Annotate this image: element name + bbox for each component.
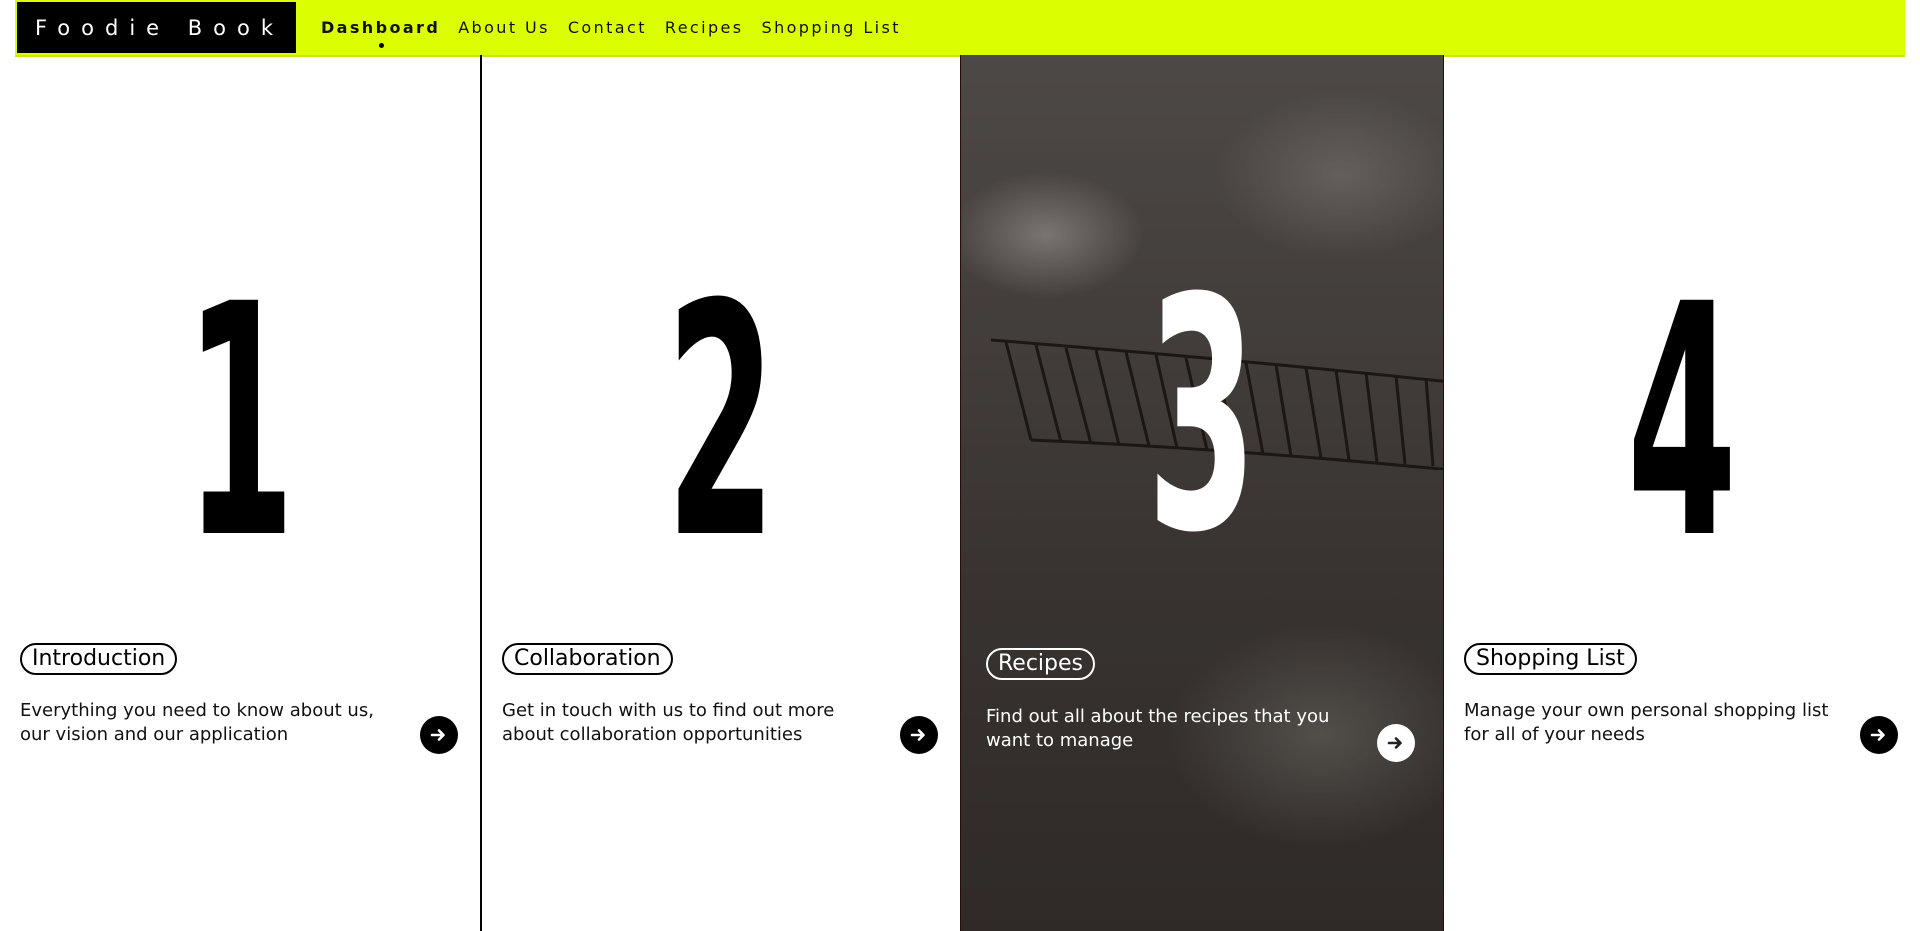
panel-title: Introduction (20, 643, 178, 675)
panel-number: 3 (1146, 231, 1258, 603)
nav-links: Dashboard About Us Contact Recipes Shopp… (321, 18, 901, 48)
dashboard-panels: 1 Introduction Everything you need to kn… (0, 55, 1920, 931)
arrow-right-icon (910, 729, 925, 741)
open-collaboration-button[interactable] (900, 716, 938, 754)
panel-number: 1 (184, 237, 296, 609)
panel-title: Collaboration (502, 643, 673, 675)
panel-number: 4 (1626, 237, 1738, 609)
nav-item-label: Dashboard (321, 18, 441, 37)
open-recipes-button[interactable] (1377, 724, 1415, 762)
panel-recipes[interactable]: 3 Recipes Find out all about the recipes… (960, 55, 1444, 931)
arrow-right-icon (1387, 737, 1402, 749)
panel-collaboration[interactable]: 2 Collaboration Get in touch with us to … (480, 55, 960, 931)
open-introduction-button[interactable] (420, 716, 458, 754)
nav-item-dashboard[interactable]: Dashboard (321, 18, 441, 48)
arrow-right-icon (430, 729, 445, 741)
active-indicator-dot (378, 43, 384, 48)
top-navbar: Foodie Book Dashboard About Us Contact R… (15, 0, 1905, 57)
panel-description: Everything you need to know about us, ou… (20, 700, 374, 745)
brand-logo[interactable]: Foodie Book (17, 2, 296, 53)
panel-description: Manage your own personal shopping list f… (1464, 700, 1829, 745)
nav-item-label: About Us (458, 18, 550, 37)
nav-item-shopping-list[interactable]: Shopping List (762, 18, 901, 37)
panel-number: 2 (665, 237, 777, 609)
nav-item-recipes[interactable]: Recipes (665, 18, 744, 37)
panel-title: Shopping List (1464, 643, 1637, 675)
panel-title: Recipes (986, 648, 1096, 680)
open-shopping-list-button[interactable] (1860, 716, 1898, 754)
nav-item-label: Recipes (664, 18, 744, 37)
arrow-right-icon (1870, 729, 1885, 741)
panel-introduction[interactable]: 1 Introduction Everything you need to kn… (0, 55, 480, 931)
nav-item-about-us[interactable]: About Us (458, 18, 550, 37)
nav-item-contact[interactable]: Contact (568, 18, 647, 37)
panel-description: Find out all about the recipes that you … (986, 706, 1330, 751)
panel-description: Get in touch with us to find out more ab… (502, 700, 835, 745)
nav-item-label: Contact (567, 18, 647, 37)
nav-item-label: Shopping List (761, 18, 901, 37)
panel-shopping-list[interactable]: 4 Shopping List Manage your own personal… (1444, 55, 1920, 931)
